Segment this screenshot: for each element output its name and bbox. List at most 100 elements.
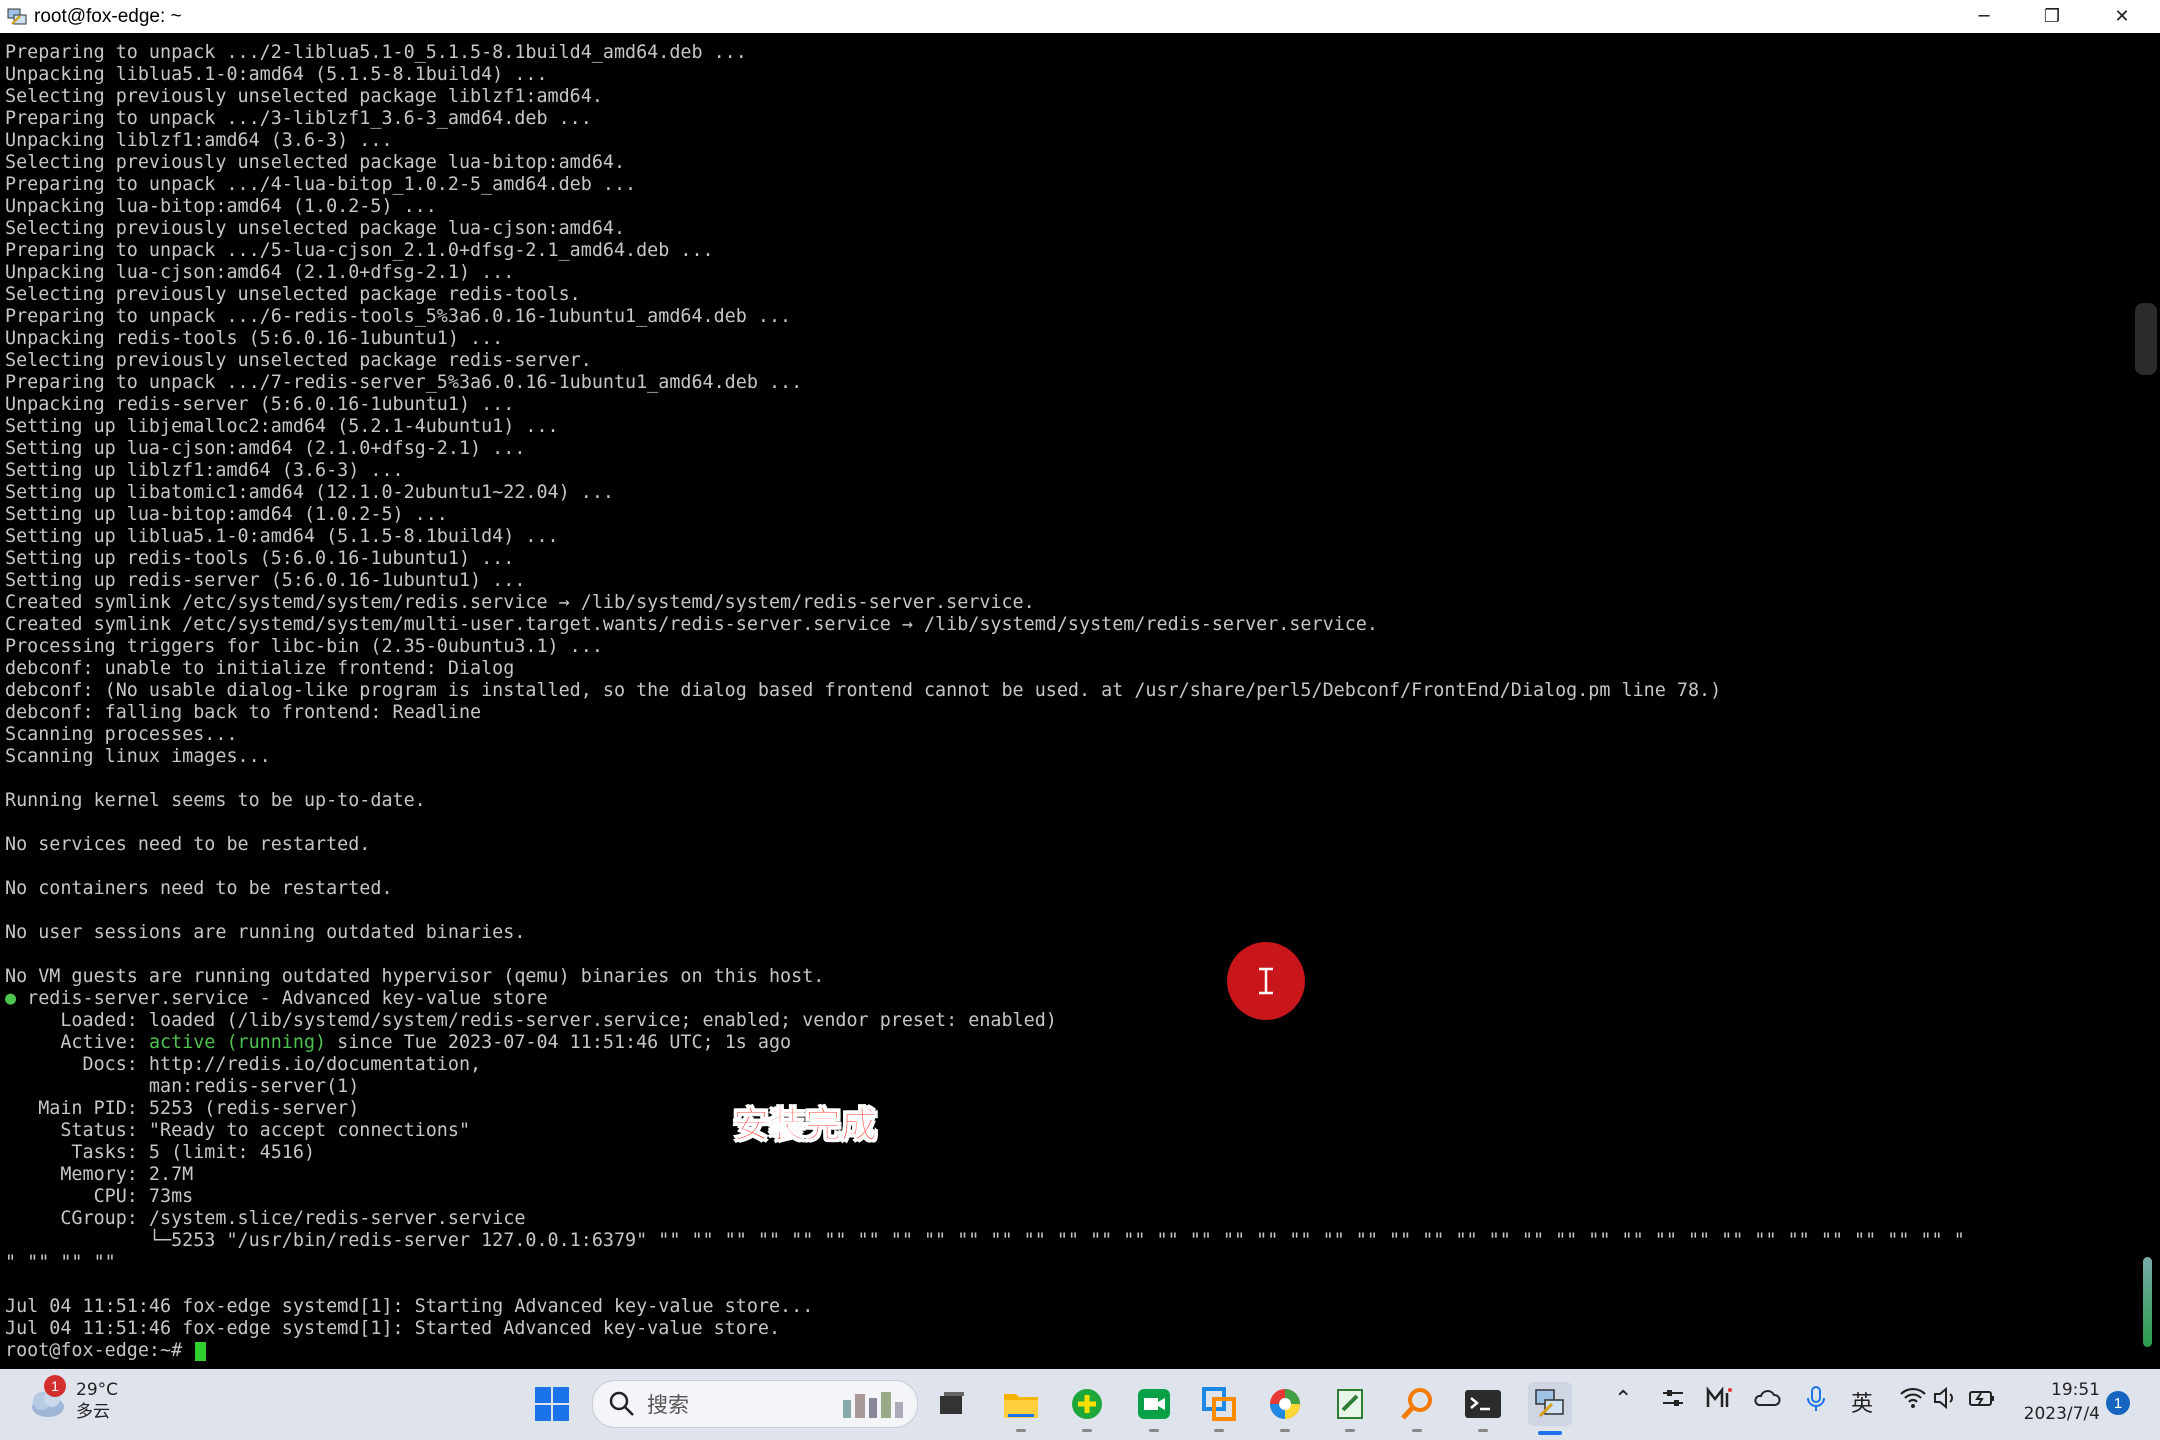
terminal-line: Preparing to unpack .../7-redis-server_5…	[5, 372, 803, 393]
terminal-line: " "" "" ""	[5, 1252, 116, 1273]
volume-button[interactable]	[1932, 1385, 1958, 1417]
status-header-text: redis-server.service - Advanced key-valu…	[16, 988, 548, 1009]
notepad-icon	[1337, 1389, 1363, 1419]
remote-desktop-button[interactable]	[1197, 1382, 1241, 1426]
app-green-plus-button[interactable]	[1065, 1382, 1109, 1426]
restore-button[interactable]: ❐	[2018, 0, 2086, 33]
date: 2023/7/4	[2023, 1404, 2100, 1424]
terminal-line: Selecting previously unselected package …	[5, 284, 581, 305]
terminal-line: debconf: unable to initialize frontend: …	[5, 658, 515, 679]
terminal-line: Jul 04 11:51:46 fox-edge systemd[1]: Sta…	[5, 1296, 814, 1317]
remote-desktop-icon	[1202, 1387, 1236, 1421]
terminal-line: debconf: (No usable dialog-like program …	[5, 680, 1722, 701]
terminal-line: Created symlink /etc/systemd/system/redi…	[5, 592, 1035, 613]
terminal-line: Selecting previously unselected package …	[5, 86, 603, 107]
notepad-app-button[interactable]	[1328, 1382, 1372, 1426]
terminal-line: Main PID: 5253 (redis-server)	[5, 1098, 360, 1119]
active-label: Active:	[5, 1032, 149, 1053]
input-method-button[interactable]: 英	[1851, 1386, 1873, 1418]
mi-icon	[1706, 1386, 1732, 1407]
video-meeting-icon	[1138, 1389, 1170, 1419]
search-highlight-icon	[843, 1392, 903, 1418]
windows-logo-icon	[535, 1387, 569, 1421]
search-icon	[609, 1391, 634, 1416]
minimize-icon: ─	[1978, 6, 1990, 27]
onedrive-button[interactable]	[1753, 1385, 1781, 1417]
close-icon: ✕	[2114, 6, 2130, 27]
active-status-dot: ●	[5, 988, 17, 1009]
terminal-output[interactable]: Preparing to unpack .../2-liblua5.1-0_5.…	[0, 33, 2134, 1369]
terminal-line: Memory: 2.7M	[5, 1164, 194, 1185]
terminal-line: debconf: falling back to frontend: Readl…	[5, 702, 482, 723]
terminal-line: man:redis-server(1)	[5, 1076, 360, 1097]
vertical-scrollbar[interactable]	[2134, 33, 2160, 1369]
terminal-line: Unpacking lua-cjson:amd64 (2.1.0+dfsg-2.…	[5, 262, 515, 283]
file-explorer-button[interactable]	[999, 1382, 1043, 1426]
window-title-bar[interactable]: root@fox-edge: ~	[0, 0, 2160, 33]
window-title: root@fox-edge: ~	[34, 5, 182, 27]
terminal-line: CPU: 73ms	[5, 1186, 194, 1207]
scrollbar-thumb[interactable]	[2135, 303, 2157, 375]
terminal-line: No VM guests are running outdated hyperv…	[5, 966, 825, 987]
mouse-cursor-highlight	[1227, 942, 1305, 1020]
taskbar-search-box[interactable]: 搜索	[592, 1380, 918, 1428]
time: 19:51	[2051, 1380, 2100, 1400]
active-app-indicator	[1538, 1431, 1562, 1435]
browser-button[interactable]	[1263, 1382, 1307, 1426]
text-cursor-icon	[1259, 967, 1273, 995]
video-subtitle: 安装完成	[732, 1105, 878, 1147]
minimize-button[interactable]: ─	[1950, 0, 2018, 33]
wifi-icon	[1900, 1387, 1926, 1408]
active-since: since Tue 2023-07-04 11:51:46 UTC; 1s ag…	[326, 1032, 792, 1053]
text-cursor	[195, 1341, 207, 1361]
terminal-line: Selecting previously unselected package …	[5, 350, 592, 371]
terminal-line: Processing triggers for libc-bin (2.35-0…	[5, 636, 603, 657]
cloud-icon	[1754, 1390, 1781, 1406]
terminal-line: No services need to be restarted.	[5, 834, 371, 855]
terminal-lines: Preparing to unpack .../2-liblua5.1-0_5.…	[5, 42, 1965, 1362]
chevron-up-icon: ⌃	[1614, 1387, 1633, 1412]
battery-button[interactable]	[1968, 1385, 1996, 1417]
terminal-line: No containers need to be restarted.	[5, 878, 393, 899]
tray-sync-button[interactable]	[1660, 1385, 1686, 1417]
task-view-button[interactable]	[930, 1382, 974, 1426]
prompt-line[interactable]: root@fox-edge:~#	[5, 1340, 1965, 1362]
terminal-line: Status: "Ready to accept connections"	[5, 1120, 471, 1141]
microphone-button[interactable]	[1805, 1385, 1827, 1419]
task-view-icon	[940, 1392, 964, 1414]
show-hidden-icons-button[interactable]: ⌃	[1614, 1387, 1632, 1412]
terminal-line: Unpacking lua-bitop:amd64 (1.0.2-5) ...	[5, 196, 437, 217]
magnifier-icon	[1401, 1388, 1432, 1420]
terminal-app-button[interactable]	[1461, 1382, 1505, 1426]
weather-alert-badge: 1	[44, 1375, 66, 1397]
search-tool-button[interactable]	[1395, 1382, 1439, 1426]
weather-widget[interactable]: 1 29°C 多云	[24, 1375, 118, 1423]
terminal-line: Setting up libatomic1:amd64 (12.1.0-2ubu…	[5, 482, 614, 503]
terminal-icon	[1465, 1390, 1501, 1418]
green-plus-icon	[1072, 1389, 1102, 1419]
speaker-icon	[1934, 1386, 1953, 1410]
active-state: active (running)	[148, 1032, 327, 1053]
terminal-line: Tasks: 5 (limit: 4516)	[5, 1142, 316, 1163]
terminal-line: Setting up lua-cjson:amd64 (2.1.0+dfsg-2…	[5, 438, 526, 459]
clock[interactable]: 19:51 2023/7/4	[2010, 1378, 2100, 1426]
terminal-line: Setting up liblzf1:amd64 (3.6-3) ...	[5, 460, 404, 481]
terminal-line: Scanning processes...	[5, 724, 238, 745]
putty-taskbar-button[interactable]	[1528, 1382, 1572, 1426]
terminal-line: Unpacking liblua5.1-0:amd64 (5.1.5-8.1bu…	[5, 64, 548, 85]
notification-badge[interactable]: 1	[2106, 1391, 2130, 1415]
terminal-line: Setting up redis-tools (5:6.0.16-1ubuntu…	[5, 548, 515, 569]
terminal-line: Preparing to unpack .../6-redis-tools_5%…	[5, 306, 792, 327]
terminal-line: Scanning linux images...	[5, 746, 271, 767]
tray-mi-button[interactable]	[1705, 1385, 1733, 1417]
terminal-line: Selecting previously unselected package …	[5, 152, 626, 173]
close-button[interactable]: ✕	[2088, 0, 2156, 33]
meeting-app-button[interactable]	[1132, 1382, 1176, 1426]
start-button[interactable]	[530, 1382, 574, 1426]
wifi-button[interactable]	[1899, 1385, 1927, 1417]
scroll-position-indicator	[2143, 1257, 2152, 1347]
